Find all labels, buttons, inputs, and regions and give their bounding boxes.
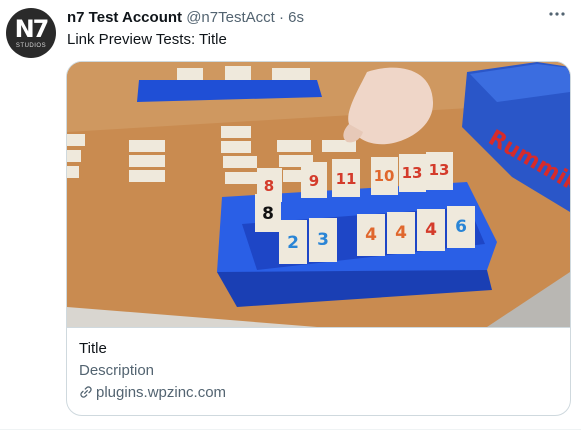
- more-options-button[interactable]: [543, 6, 571, 26]
- svg-text:2: 2: [287, 233, 299, 253]
- link-preview-card[interactable]: Rummikub 8 9 11 10 13 13 8 2 3 4 4 4 6 T…: [66, 61, 571, 416]
- tweet-timestamp[interactable]: 6s: [288, 9, 304, 26]
- tweet[interactable]: N7 STUDIOS n7 Test Account @n7TestAcct ·…: [0, 0, 581, 430]
- svg-text:8: 8: [262, 204, 274, 224]
- svg-text:3: 3: [317, 230, 329, 250]
- link-icon: [80, 386, 92, 398]
- card-info[interactable]: Title Description plugins.wpzinc.com: [67, 327, 570, 415]
- svg-text:4: 4: [425, 220, 437, 240]
- avatar[interactable]: N7 STUDIOS: [6, 8, 56, 58]
- separator-dot: ·: [278, 9, 284, 26]
- svg-text:13: 13: [429, 161, 450, 179]
- card-domain[interactable]: plugins.wpzinc.com: [79, 383, 226, 403]
- tweet-header: n7 Test Account @n7TestAcct · 6s: [67, 8, 304, 28]
- svg-text:4: 4: [395, 223, 407, 243]
- svg-text:9: 9: [309, 172, 319, 190]
- card-image[interactable]: Rummikub 8 9 11 10 13 13 8 2 3 4 4 4 6: [67, 62, 570, 327]
- more-horizontal-icon: [549, 12, 565, 16]
- user-handle[interactable]: @n7TestAcct: [186, 9, 275, 26]
- tweet-text: Link Preview Tests: Title: [67, 31, 227, 48]
- avatar-logo-sub: STUDIOS: [15, 43, 47, 49]
- display-name[interactable]: n7 Test Account: [67, 9, 182, 26]
- card-domain-text: plugins.wpzinc.com: [96, 384, 227, 401]
- card-description: Description: [79, 362, 155, 379]
- svg-text:13: 13: [402, 164, 423, 182]
- svg-text:6: 6: [455, 217, 467, 237]
- svg-text:10: 10: [374, 167, 395, 185]
- avatar-logo-mark: N7: [14, 15, 50, 43]
- card-title: Title: [79, 340, 107, 357]
- svg-text:8: 8: [264, 177, 274, 195]
- svg-text:4: 4: [365, 225, 377, 245]
- svg-text:11: 11: [336, 170, 357, 188]
